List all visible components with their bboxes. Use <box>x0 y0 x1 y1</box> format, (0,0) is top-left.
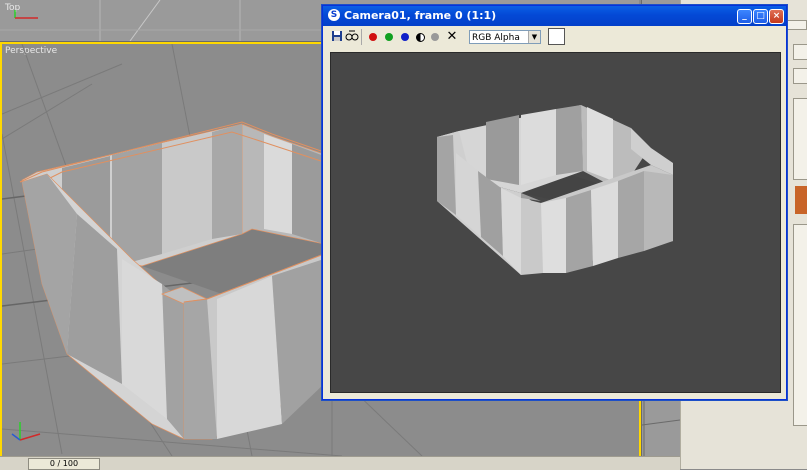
render-toolbar: ✕ RGB Alpha ▼ <box>326 27 783 49</box>
timeline[interactable]: 0 / 100 <box>0 456 680 470</box>
maximize-button[interactable]: □ <box>753 9 768 24</box>
color-swatch[interactable] <box>795 186 807 214</box>
blue-channel-icon[interactable] <box>401 33 409 41</box>
channel-select-value: RGB Alpha <box>472 33 520 43</box>
green-channel-icon[interactable] <box>385 33 393 41</box>
rendered-box-image <box>437 105 673 275</box>
close-button[interactable]: × <box>769 9 784 24</box>
monochrome-icon[interactable] <box>416 33 425 42</box>
color-swatch-button[interactable] <box>548 28 565 45</box>
clone-icon[interactable] <box>345 30 359 44</box>
command-panel-button[interactable] <box>793 68 807 84</box>
window-titlebar[interactable]: S Camera01, frame 0 (1:1) _ □ × <box>323 6 786 26</box>
minimize-button[interactable]: _ <box>737 9 752 24</box>
save-icon[interactable] <box>330 30 344 44</box>
axis-tripod-icon <box>14 10 38 19</box>
toolbar-separator <box>361 29 362 45</box>
max-logo-icon: S <box>328 9 340 21</box>
red-channel-icon[interactable] <box>369 33 377 41</box>
clear-icon[interactable]: ✕ <box>445 30 459 44</box>
command-panel-rollout[interactable] <box>793 224 807 426</box>
command-panel-list[interactable] <box>793 98 807 180</box>
chevron-down-icon[interactable]: ▼ <box>528 31 540 43</box>
channel-select[interactable]: RGB Alpha ▼ <box>469 30 541 44</box>
time-slider[interactable]: 0 / 100 <box>28 458 100 470</box>
rendered-frame-window: S Camera01, frame 0 (1:1) _ □ × ✕ RGB Al… <box>322 5 787 400</box>
render-canvas[interactable] <box>330 52 781 393</box>
alpha-icon[interactable] <box>431 33 439 41</box>
window-title: Camera01, frame 0 (1:1) <box>344 9 497 22</box>
command-panel-button[interactable] <box>793 44 807 60</box>
